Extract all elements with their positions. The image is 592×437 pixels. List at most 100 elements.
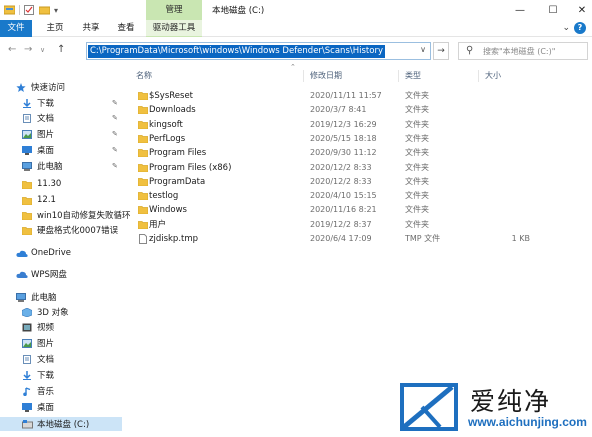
pin-icon[interactable]: ✎: [112, 130, 118, 138]
column-header-size[interactable]: 大小: [485, 68, 501, 84]
back-button[interactable]: ←: [8, 44, 16, 55]
sidebar-item-label: 图片: [37, 339, 55, 349]
sidebar-item[interactable]: 下载: [0, 368, 122, 382]
sidebar-item[interactable]: 此电脑: [0, 290, 122, 304]
sidebar-item[interactable]: 图片 ✎: [0, 127, 122, 141]
file-row[interactable]: 用户 2019/12/2 8:37 文件夹: [136, 218, 556, 232]
document-icon: [22, 113, 32, 123]
column-header-name[interactable]: 名称: [136, 68, 152, 84]
tab-view[interactable]: 查看: [111, 20, 141, 37]
sidebar-item[interactable]: 下载 ✎: [0, 96, 122, 110]
expand-ribbon-icon[interactable]: ⌄: [562, 23, 570, 33]
brand-logo-icon: [400, 383, 458, 431]
sidebar-item[interactable]: 视频: [0, 320, 122, 334]
help-icon[interactable]: ?: [574, 22, 586, 34]
folder-icon: [21, 226, 33, 235]
new-folder-icon[interactable]: [38, 5, 51, 15]
file-name: Windows: [149, 205, 187, 216]
file-row[interactable]: Windows 2020/11/16 8:21 文件夹: [136, 203, 556, 217]
desktop-icon: [22, 402, 32, 412]
minimize-button[interactable]: —: [510, 2, 530, 18]
folder-icon: [21, 211, 33, 220]
properties-icon[interactable]: [24, 5, 35, 15]
sidebar-item[interactable]: WPS网盘: [0, 267, 122, 281]
sidebar-item-label: 3D 对象: [37, 308, 69, 318]
go-button[interactable]: →: [433, 42, 449, 60]
sidebar-item[interactable]: 桌面 ✎: [0, 143, 122, 157]
sidebar-item-label: 硬盘格式化0007错误: [37, 226, 119, 236]
column-header-type[interactable]: 类型: [405, 68, 421, 84]
file-date: 2020/12/2 8:33: [310, 162, 372, 172]
manage-context-tab[interactable]: 管理: [146, 0, 202, 20]
customize-toolbar-dropdown[interactable]: ▾: [54, 6, 58, 15]
file-row[interactable]: Program Files 2020/9/30 11:12 文件夹: [136, 146, 556, 160]
address-bar[interactable]: C:\ProgramData\Microsoft\windows\Windows…: [86, 42, 431, 60]
up-button[interactable]: ↑: [57, 44, 65, 55]
file-row[interactable]: Downloads 2020/3/7 8:41 文件夹: [136, 103, 556, 117]
folder-icon: [137, 177, 149, 187]
sidebar-item[interactable]: 快速访问: [0, 80, 122, 94]
file-row[interactable]: kingsoft 2019/12/3 16:29 文件夹: [136, 118, 556, 132]
wps-cloud-icon: [16, 270, 28, 279]
window-title: 本地磁盘 (C:): [212, 6, 265, 16]
sidebar-item[interactable]: 文档 ✎: [0, 111, 122, 125]
sidebar-item[interactable]: 硬盘格式化0007错误: [0, 223, 122, 237]
file-name: zjdiskp.tmp: [149, 234, 199, 244]
file-type: 文件夹: [405, 191, 429, 201]
file-row[interactable]: Program Files (x86) 2020/12/2 8:33 文件夹: [136, 161, 556, 175]
folder-icon: [137, 91, 149, 101]
sidebar-item[interactable]: 12.1: [0, 193, 122, 207]
sidebar-item[interactable]: 3D 对象: [0, 305, 122, 319]
file-row[interactable]: testlog 2020/4/10 15:15 文件夹: [136, 189, 556, 203]
folder-icon: [21, 180, 33, 189]
pin-icon[interactable]: ✎: [112, 99, 118, 107]
sidebar-item[interactable]: 11.30: [0, 177, 122, 191]
sidebar-item[interactable]: 此电脑 ✎: [0, 159, 122, 173]
sidebar-item[interactable]: 桌面: [0, 400, 122, 414]
column-divider[interactable]: [398, 70, 399, 82]
recent-locations-icon[interactable]: ∨: [40, 46, 45, 54]
column-divider[interactable]: [303, 70, 304, 82]
file-type: 文件夹: [405, 91, 429, 100]
file-name: testlog: [149, 191, 179, 202]
sidebar-item[interactable]: OneDrive: [0, 246, 122, 260]
column-header-date[interactable]: 修改日期: [310, 68, 342, 84]
sidebar-item[interactable]: 图片: [0, 336, 122, 350]
watermark: 爱纯净 www.aichunjing.com: [398, 382, 588, 434]
file-row[interactable]: $SysReset 2020/11/11 11:57 文件夹: [136, 89, 556, 103]
sidebar-item[interactable]: 音乐: [0, 384, 122, 398]
file-row[interactable]: ProgramData 2020/12/2 8:33 文件夹: [136, 175, 556, 189]
watermark-url: www.aichunjing.com: [468, 415, 587, 429]
close-button[interactable]: ✕: [572, 2, 592, 18]
maximize-button[interactable]: ☐: [543, 2, 563, 18]
file-date: 2020/9/30 11:12: [310, 148, 377, 158]
pin-icon[interactable]: ✎: [112, 114, 118, 122]
file-name: Program Files: [149, 148, 207, 159]
explorer-icon[interactable]: [3, 5, 16, 15]
sidebar-item-label: 本地磁盘 (C:): [37, 420, 90, 430]
file-row[interactable]: zjdiskp.tmp 2020/6/4 17:09 TMP 文件 1 KB: [136, 232, 556, 246]
file-row[interactable]: PerfLogs 2020/5/15 18:18 文件夹: [136, 132, 556, 146]
file-type: 文件夹: [405, 205, 429, 215]
sidebar-item[interactable]: win10自动修复失败循环: [0, 208, 131, 222]
sidebar-item[interactable]: 本地磁盘 (C:): [0, 417, 122, 431]
tab-drive-tools[interactable]: 驱动器工具: [146, 20, 202, 37]
tab-home[interactable]: 主页: [40, 20, 70, 37]
tab-file[interactable]: 文件: [0, 20, 32, 37]
pin-icon[interactable]: ✎: [112, 162, 118, 170]
file-type: 文件夹: [405, 148, 429, 158]
sidebar-item[interactable]: 文档: [0, 352, 122, 366]
computer-icon: [16, 292, 26, 302]
column-divider[interactable]: [478, 70, 479, 82]
pin-icon[interactable]: ✎: [112, 146, 118, 154]
search-box[interactable]: ⚲ 搜索"本地磁盘 (C:)": [458, 42, 588, 60]
forward-button[interactable]: →: [24, 44, 32, 55]
sidebar-item-label: 12.1: [37, 195, 56, 205]
address-dropdown-icon[interactable]: ∨: [420, 45, 426, 54]
cube-icon: [21, 307, 33, 317]
music-icon: [22, 386, 32, 396]
address-path[interactable]: C:\ProgramData\Microsoft\windows\Windows…: [88, 45, 385, 58]
sidebar-item-label: 视频: [37, 323, 55, 333]
tab-share[interactable]: 共享: [76, 20, 106, 37]
desktop-icon: [22, 145, 32, 155]
